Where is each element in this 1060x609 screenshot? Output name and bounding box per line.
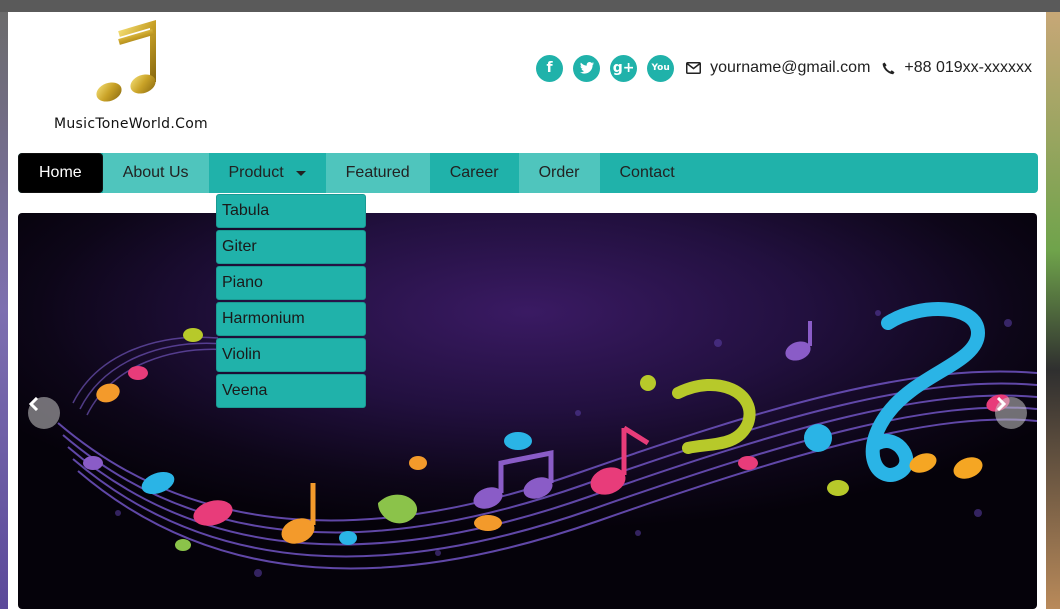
email-text: yourname@gmail.com xyxy=(710,59,871,76)
dropdown-item-veena[interactable]: Veena xyxy=(216,374,366,408)
facebook-icon[interactable]: f xyxy=(536,54,564,82)
background-right xyxy=(1046,12,1060,609)
logo[interactable]: MusicToneWorld.Com xyxy=(46,20,216,138)
nav-item-career[interactable]: Career xyxy=(430,153,519,193)
nav-item-home[interactable]: Home xyxy=(18,153,103,193)
dropdown-item-violin[interactable]: Violin xyxy=(216,338,366,372)
page: MusicToneWorld.Com f g+ You yourname@gma… xyxy=(8,12,1046,609)
main-nav: Home About Us Product Featured Career Or… xyxy=(18,153,1038,193)
chevron-left-icon xyxy=(28,397,39,411)
dropdown-item-tabula[interactable]: Tabula xyxy=(216,194,366,228)
email-contact[interactable]: yourname@gmail.com xyxy=(686,59,870,77)
google-plus-icon[interactable]: g+ xyxy=(610,54,638,82)
nav-item-about-us[interactable]: About Us xyxy=(102,153,209,193)
youtube-icon[interactable]: You xyxy=(647,54,675,82)
phone-text: +88 019xx-xxxxxx xyxy=(904,59,1032,76)
hero-slider xyxy=(18,213,1037,609)
nav-item-contact[interactable]: Contact xyxy=(600,153,695,193)
nav-item-label: Product xyxy=(228,164,284,181)
phone-contact[interactable]: +88 019xx-xxxxxx xyxy=(882,59,1032,77)
nav-item-featured[interactable]: Featured xyxy=(325,153,430,193)
music-note-logo-icon xyxy=(96,20,156,102)
chevron-right-icon xyxy=(996,397,1007,411)
slider-prev-button[interactable] xyxy=(28,397,60,429)
caret-down-icon xyxy=(295,170,306,176)
phone-icon xyxy=(882,62,895,75)
dropdown-item-giter[interactable]: Giter xyxy=(216,230,366,264)
background-left xyxy=(0,12,8,609)
brand-name: MusicToneWorld.Com xyxy=(53,116,208,132)
music-notes-illustration xyxy=(57,302,1037,577)
dropdown-item-piano[interactable]: Piano xyxy=(216,266,366,300)
product-dropdown-menu: Tabula Giter Piano Harmonium Violin Veen… xyxy=(216,194,366,410)
slider-next-button[interactable] xyxy=(995,397,1027,429)
nav-item-product[interactable]: Product xyxy=(209,153,326,193)
dropdown-item-harmonium[interactable]: Harmonium xyxy=(216,302,366,336)
nav-item-order[interactable]: Order xyxy=(518,153,600,193)
twitter-icon[interactable] xyxy=(573,54,601,82)
contact-bar: f g+ You yourname@gmail.com +88 019xx-xx… xyxy=(536,54,1032,82)
envelope-icon xyxy=(686,62,702,74)
